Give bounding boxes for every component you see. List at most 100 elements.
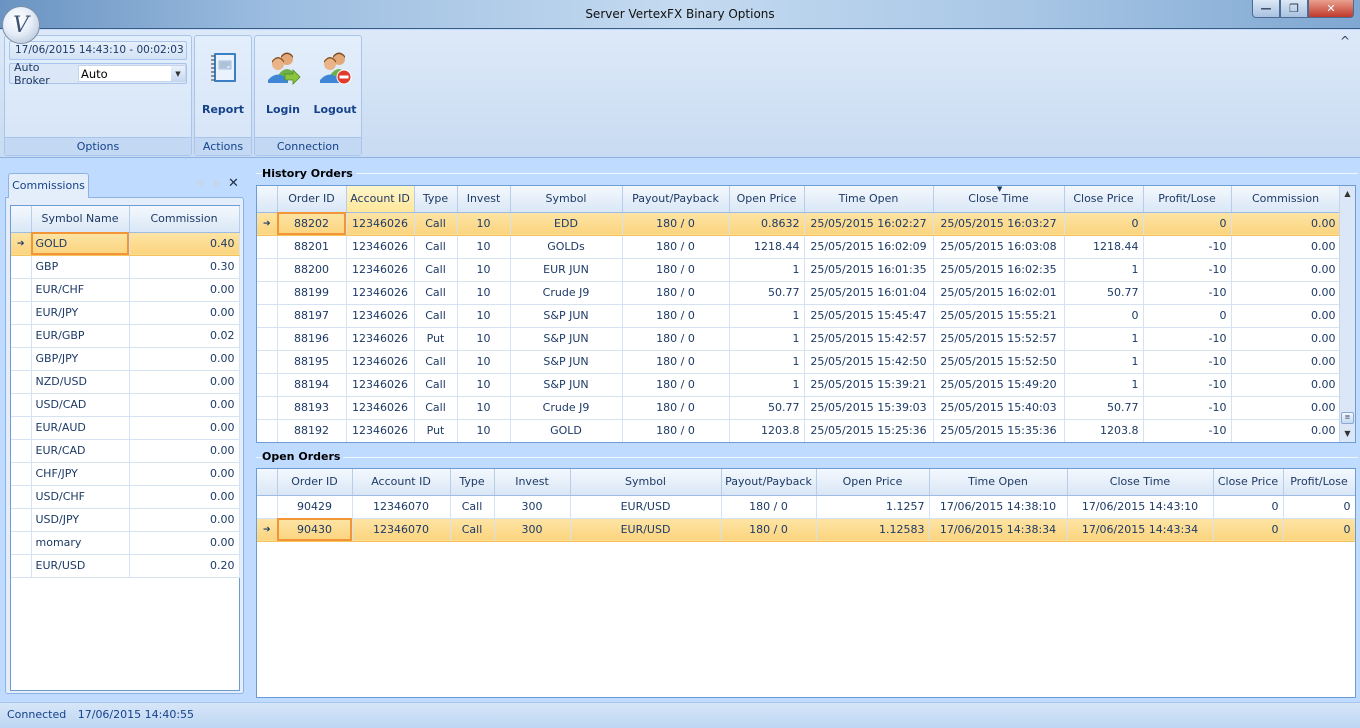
row-indicator[interactable] [257, 327, 278, 351]
close-button[interactable]: ✕ [1308, 0, 1354, 18]
cell-order-id[interactable]: 88195 [277, 350, 347, 374]
cell-close-price[interactable]: 1 [1064, 373, 1144, 397]
cell-type[interactable]: Call [414, 304, 458, 328]
collapse-ribbon-icon[interactable]: ^ [1340, 34, 1350, 48]
cell-symbol-name[interactable]: USD/CHF [31, 485, 130, 509]
cell-open-price[interactable]: 50.77 [729, 281, 805, 305]
cell-commission[interactable]: 0.00 [129, 416, 240, 440]
cell-close-time[interactable]: 25/05/2015 15:35:36 [933, 419, 1065, 442]
cell-open-price[interactable]: 50.77 [729, 396, 805, 420]
row-indicator[interactable] [11, 554, 32, 578]
scroll-down-icon[interactable]: ▼ [1340, 426, 1355, 442]
scroll-up-icon[interactable]: ▲ [1340, 186, 1355, 202]
auto-broker-select[interactable]: Auto ▼ [78, 65, 186, 82]
cell-commission[interactable]: 0.00 [129, 347, 240, 371]
cell-commission[interactable]: 0.02 [129, 324, 240, 348]
cell-close-time[interactable]: 25/05/2015 16:03:27 [933, 212, 1065, 236]
cell-close-price[interactable]: 0 [1064, 212, 1144, 236]
cell-order-id[interactable]: 88201 [277, 235, 347, 259]
column-header-close-time[interactable]: Close Time [1067, 469, 1214, 496]
cell-symbol-name[interactable]: EUR/JPY [31, 301, 130, 325]
cell-invest[interactable]: 10 [457, 304, 511, 328]
cell-profit-lose[interactable]: -10 [1143, 281, 1232, 305]
commission-row[interactable]: USD/CHF 0.00 [11, 485, 240, 509]
column-header-type[interactable]: Type [414, 186, 458, 213]
cell-invest[interactable]: 10 [457, 235, 511, 259]
cell-close-price[interactable]: 1 [1064, 258, 1144, 282]
history-scrollbar[interactable]: ▲ ≡ ▼ [1339, 186, 1355, 442]
commission-row[interactable]: EUR/USD 0.20 [11, 554, 240, 578]
cell-symbol-name[interactable]: CHF/JPY [31, 462, 130, 486]
cell-symbol[interactable]: EDD [510, 212, 623, 236]
row-pointer-icon[interactable]: ➔ [257, 518, 278, 542]
row-pointer-icon[interactable]: ➔ [11, 232, 32, 256]
column-header-type[interactable]: Type [450, 469, 495, 496]
cell-payout-payback[interactable]: 180 / 0 [622, 212, 730, 236]
column-header-profit-lose[interactable]: Profit/Lose [1283, 469, 1355, 496]
cell-order-id[interactable]: 88200 [277, 258, 347, 282]
cell-symbol-name[interactable]: GBP [31, 255, 130, 279]
cell-close-time[interactable]: 25/05/2015 15:40:03 [933, 396, 1065, 420]
cell-account-id[interactable]: 12346026 [346, 304, 415, 328]
history-order-row[interactable]: 88193 12346026 Call 10 Crude J9 180 / 0 50.77 2… [257, 396, 1341, 420]
cell-order-id[interactable]: 88193 [277, 396, 347, 420]
row-indicator[interactable] [11, 393, 32, 417]
cell-symbol[interactable]: S&P JUN [510, 304, 623, 328]
cell-open-price[interactable]: 1 [729, 350, 805, 374]
cell-symbol-name[interactable]: USD/JPY [31, 508, 130, 532]
cell-invest[interactable]: 10 [457, 350, 511, 374]
cell-account-id[interactable]: 12346026 [346, 373, 415, 397]
cell-type[interactable]: Call [450, 495, 495, 519]
row-indicator[interactable] [11, 370, 32, 394]
cell-type[interactable]: Call [414, 235, 458, 259]
cell-commission[interactable]: 0.00 [1231, 419, 1341, 442]
column-header-commission[interactable]: Commission [1231, 186, 1341, 213]
cell-commission[interactable]: 0.00 [129, 278, 240, 302]
cell-payout-payback[interactable]: 180 / 0 [622, 258, 730, 282]
commission-row[interactable]: EUR/CAD 0.00 [11, 439, 240, 463]
cell-type[interactable]: Call [414, 258, 458, 282]
row-indicator[interactable] [11, 531, 32, 555]
history-order-row[interactable]: 88194 12346026 Call 10 S&P JUN 180 / 0 1 25/05/… [257, 373, 1341, 397]
cell-invest[interactable]: 10 [457, 281, 511, 305]
cell-invest[interactable]: 10 [457, 396, 511, 420]
cell-profit-lose[interactable]: -10 [1143, 350, 1232, 374]
row-indicator[interactable] [257, 419, 278, 442]
cell-invest[interactable]: 10 [457, 327, 511, 351]
app-menu-orb[interactable]: V [2, 6, 40, 44]
cell-time-open[interactable]: 25/05/2015 15:45:47 [804, 304, 934, 328]
history-order-row[interactable]: 88197 12346026 Call 10 S&P JUN 180 / 0 1 25/05/… [257, 304, 1341, 328]
cell-close-price[interactable]: 0 [1213, 495, 1284, 519]
cell-order-id[interactable]: 88194 [277, 373, 347, 397]
cell-invest[interactable]: 10 [457, 373, 511, 397]
cell-time-open[interactable]: 25/05/2015 15:42:57 [804, 327, 934, 351]
cell-close-price[interactable]: 1 [1064, 327, 1144, 351]
row-indicator[interactable] [11, 508, 32, 532]
report-button[interactable]: Report [197, 46, 249, 120]
row-indicator[interactable] [257, 235, 278, 259]
history-order-row[interactable]: 88200 12346026 Call 10 EUR JUN 180 / 0 1 25/05/… [257, 258, 1341, 282]
cell-close-price[interactable]: 1218.44 [1064, 235, 1144, 259]
row-indicator[interactable] [11, 255, 32, 279]
cell-order-id[interactable]: 90429 [277, 495, 353, 519]
cell-open-price[interactable]: 1.1257 [816, 495, 930, 519]
cell-symbol-name[interactable]: EUR/CHF [31, 278, 130, 302]
cell-symbol-name[interactable]: USD/CAD [31, 393, 130, 417]
row-indicator[interactable] [257, 495, 278, 519]
cell-time-open[interactable]: 17/06/2015 14:38:10 [929, 495, 1068, 519]
column-header-close-price[interactable]: Close Price [1213, 469, 1284, 496]
cell-payout-payback[interactable]: 180 / 0 [622, 327, 730, 351]
cell-symbol-name[interactable]: momary [31, 531, 130, 555]
open-order-row[interactable]: 90429 12346070 Call 300 EUR/USD 180 / 0 1.1257… [257, 495, 1355, 519]
cell-time-open[interactable]: 25/05/2015 16:01:04 [804, 281, 934, 305]
cell-symbol-name[interactable]: EUR/CAD [31, 439, 130, 463]
cell-close-time[interactable]: 25/05/2015 15:52:57 [933, 327, 1065, 351]
commission-row[interactable]: USD/JPY 0.00 [11, 508, 240, 532]
cell-invest[interactable]: 300 [494, 495, 571, 519]
cell-close-price[interactable]: 0 [1064, 304, 1144, 328]
column-header-invest[interactable]: Invest [494, 469, 571, 496]
history-order-row[interactable]: 88196 12346026 Put 10 S&P JUN 180 / 0 1 25/05/2… [257, 327, 1341, 351]
history-order-row[interactable]: 88195 12346026 Call 10 S&P JUN 180 / 0 1 25/05/… [257, 350, 1341, 374]
cell-time-open[interactable]: 25/05/2015 16:01:35 [804, 258, 934, 282]
cell-close-price[interactable]: 0 [1213, 518, 1284, 542]
